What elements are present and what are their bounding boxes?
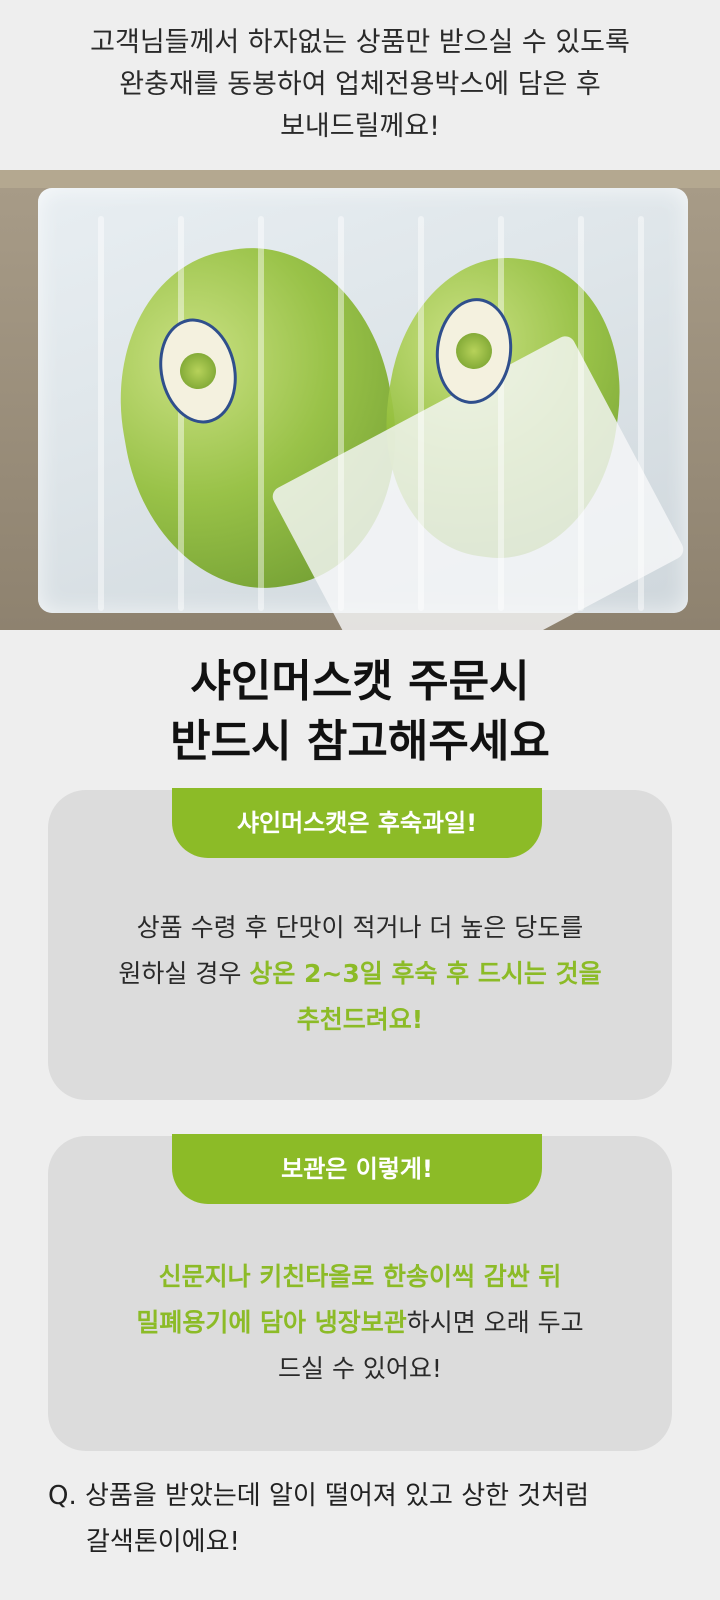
storage-card: 보관은 이렇게! 신문지나 키친타올로 한송이씩 감싼 뒤 밀폐용기에 담아 냉… — [48, 1134, 672, 1451]
ripening-tag: 샤인머스캣은 후숙과일! — [172, 788, 542, 858]
cushion-seam — [98, 216, 104, 611]
storage-line-3: 드실 수 있어요! — [278, 1354, 442, 1383]
ripening-line-1: 상품 수령 후 단맛이 적거나 더 높은 당도를 — [136, 913, 584, 942]
heading-line-2: 반드시 참고해주세요 — [170, 716, 550, 767]
intro-line-2: 완충재를 동봉하여 업체전용박스에 담은 후 — [119, 69, 601, 100]
cushion-seam — [498, 216, 504, 611]
cushion-seam — [638, 216, 644, 611]
cushion-seam — [338, 216, 344, 611]
notice-heading: 샤인머스캣 주문시 반드시 참고해주세요 — [0, 630, 720, 790]
faq-question-line-2: 갈색톤이에요! — [86, 1527, 240, 1557]
storage-line-2-highlight: 밀폐용기에 담아 냉장보관 — [136, 1308, 407, 1337]
intro-text: 고객님들께서 하자없는 상품만 받으실 수 있도록 완충재를 동봉하여 업체전용… — [0, 0, 720, 170]
product-photo — [0, 170, 720, 630]
storage-line-2: 밀폐용기에 담아 냉장보관하시면 오래 두고 — [48, 1300, 672, 1346]
faq-question-line-1: Q. 상품을 받았는데 알이 떨어져 있고 상한 것처럼 — [48, 1481, 590, 1511]
ripening-line-2: 원하실 경우 상온 2~3일 후숙 후 드시는 것을 — [48, 951, 672, 997]
ripening-line-2-highlight: 상온 2~3일 후숙 후 드시는 것을 — [249, 959, 602, 988]
cushion-seam — [418, 216, 424, 611]
heading-line-1: 샤인머스캣 주문시 — [190, 656, 530, 707]
air-cushion-bag — [38, 188, 688, 630]
cushion-seam — [258, 216, 264, 611]
cushion-seam — [578, 216, 584, 611]
storage-tag: 보관은 이렇게! — [172, 1134, 542, 1204]
storage-line-2-plain: 하시면 오래 두고 — [406, 1308, 584, 1337]
ripening-line-3: 추천드려요! — [296, 1005, 424, 1034]
ripening-line-2-plain: 원하실 경우 — [118, 959, 250, 988]
box-edge — [0, 170, 720, 188]
ripening-card: 샤인머스캣은 후숙과일! 상품 수령 후 단맛이 적거나 더 높은 당도를 원하… — [48, 788, 672, 1100]
faq-question: Q. 상품을 받았는데 알이 떨어져 있고 상한 것처럼 갈색톤이에요! — [48, 1473, 720, 1565]
intro-line-3: 보내드릴께요! — [280, 111, 440, 142]
intro-line-1: 고객님들께서 하자없는 상품만 받으실 수 있도록 — [90, 27, 630, 58]
storage-line-1: 신문지나 키친타올로 한송이씩 감싼 뒤 — [158, 1262, 562, 1291]
